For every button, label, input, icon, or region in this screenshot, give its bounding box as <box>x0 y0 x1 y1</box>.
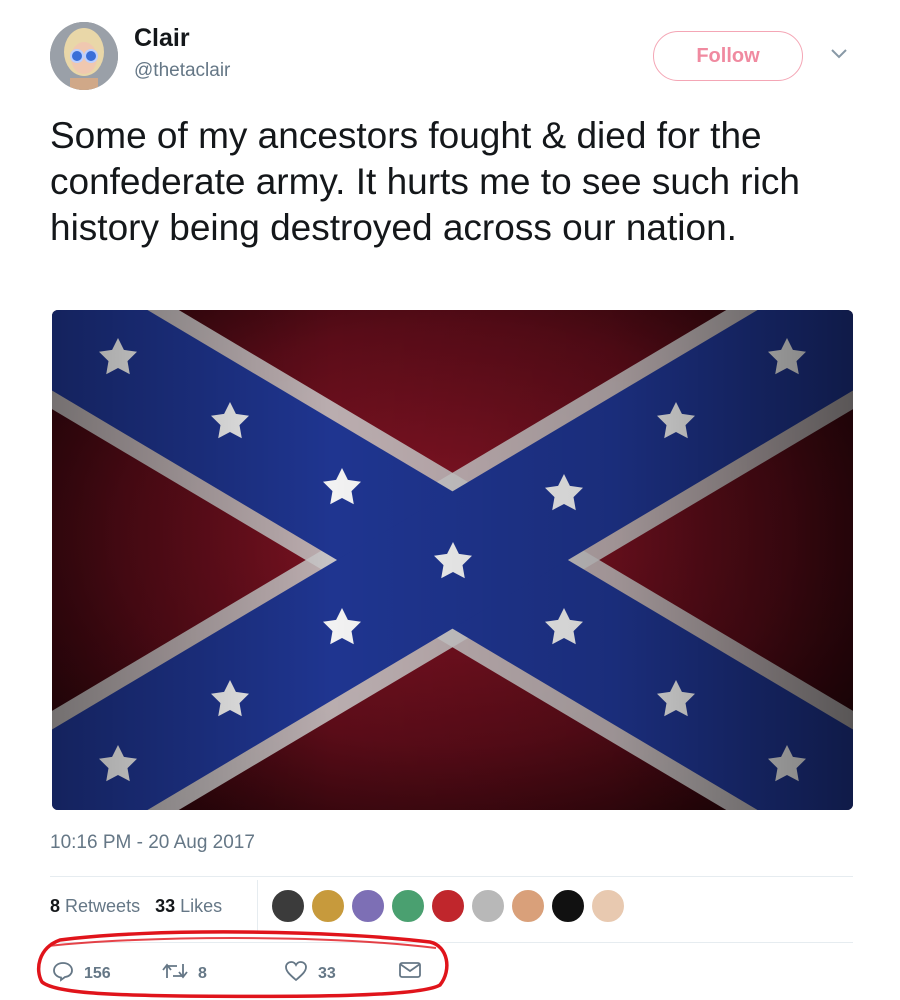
stats-separator <box>257 880 258 932</box>
heart-icon <box>284 960 308 987</box>
divider <box>50 942 853 943</box>
tweet-image[interactable] <box>52 310 853 810</box>
author-avatar[interactable] <box>50 22 118 90</box>
retweets-stat-label: Retweets <box>65 896 141 916</box>
retweets-stat[interactable]: 8 Retweets <box>50 896 145 916</box>
likes-stat-count: 33 <box>155 896 176 916</box>
author-name[interactable]: Clair <box>134 24 190 53</box>
liker-avatar[interactable] <box>590 888 626 924</box>
chevron-down-icon[interactable] <box>828 46 850 62</box>
likes-stat[interactable]: 33 Likes <box>155 896 222 916</box>
tweet-stats: 8 Retweets 33 Likes <box>50 896 222 917</box>
like-count: 33 <box>318 964 336 982</box>
direct-message-button[interactable] <box>398 960 422 985</box>
liker-avatar[interactable] <box>550 888 586 924</box>
liker-avatar[interactable] <box>270 888 306 924</box>
reply-icon <box>52 960 74 987</box>
retweets-stat-count: 8 <box>50 896 61 916</box>
divider <box>50 876 853 877</box>
liker-avatar[interactable] <box>430 888 466 924</box>
author-handle[interactable]: @thetaclair <box>134 60 230 82</box>
liker-avatar[interactable] <box>470 888 506 924</box>
liker-avatar[interactable] <box>310 888 346 924</box>
liker-avatar[interactable] <box>510 888 546 924</box>
liker-avatar[interactable] <box>350 888 386 924</box>
envelope-icon <box>398 960 422 985</box>
reply-count: 156 <box>84 964 111 982</box>
retweet-button[interactable]: 8 <box>162 960 207 987</box>
retweet-icon <box>162 960 188 987</box>
liker-avatar[interactable] <box>390 888 426 924</box>
likes-stat-label: Likes <box>180 896 223 916</box>
tweet-timestamp[interactable]: 10:16 PM - 20 Aug 2017 <box>50 832 255 854</box>
follow-button[interactable]: Follow <box>653 31 803 81</box>
tweet-text: Some of my ancestors fought & died for t… <box>50 115 800 248</box>
reply-button[interactable]: 156 <box>52 960 111 987</box>
retweet-count: 8 <box>198 964 207 982</box>
like-button[interactable]: 33 <box>284 960 336 987</box>
